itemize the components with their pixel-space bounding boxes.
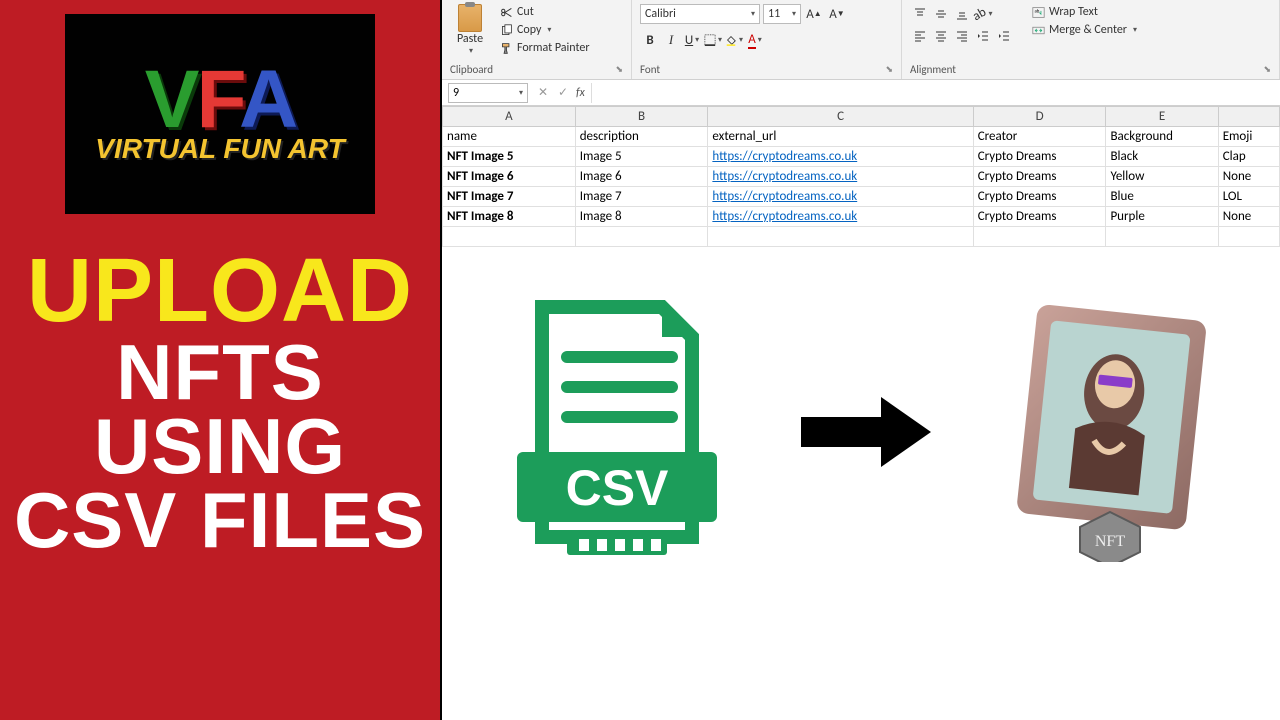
font-dialog-launcher[interactable]: ⬊ [885, 64, 893, 75]
data-header-row[interactable]: namedescriptionexternal_urlCreatorBackgr… [443, 127, 1280, 147]
title-line-1: UPLOAD [14, 249, 426, 335]
borders-button[interactable]: ▾ [703, 30, 723, 50]
column-header-row: A B C D E [443, 107, 1280, 127]
font-name-select[interactable]: Calibri▾ [640, 4, 760, 24]
vfa-logo: VFA VIRTUAL FUN ART [65, 14, 375, 214]
decrease-indent-button[interactable] [973, 26, 993, 46]
col-header-b[interactable]: B [575, 107, 708, 127]
logo-letter-a: A [239, 54, 295, 145]
align-right-button[interactable] [952, 26, 972, 46]
formula-bar: 9▾ ✕ ✓ fx [442, 80, 1280, 106]
alignment-dialog-launcher[interactable]: ⬊ [1263, 64, 1271, 75]
nft-frame-icon: NFT [1005, 302, 1215, 562]
csv-file-icon: CSV [507, 297, 727, 567]
bucket-icon [725, 33, 737, 47]
copy-button[interactable]: Copy▾ [496, 22, 594, 38]
alignment-group-label: Alignment [910, 63, 956, 76]
font-group-label: Font [640, 63, 660, 76]
title-line-4: CSV FILES [14, 483, 426, 557]
align-center-button[interactable] [931, 26, 951, 46]
logo-letter-v: V [145, 54, 197, 145]
title-line-2: NFTS [14, 335, 426, 409]
promo-sidebar: VFA VIRTUAL FUN ART UPLOAD NFTS USING CS… [0, 0, 440, 720]
ribbon: Paste ▾ Cut Copy▾ Format Painter [442, 0, 1280, 80]
increase-font-button[interactable]: A▲ [804, 4, 824, 24]
cut-button[interactable]: Cut [496, 4, 594, 20]
enter-formula-button[interactable]: ✓ [554, 85, 572, 100]
clipboard-dialog-launcher[interactable]: ⬊ [615, 64, 623, 75]
chevron-down-icon: ▾ [547, 25, 551, 35]
align-left-button[interactable] [910, 26, 930, 46]
promo-title: UPLOAD NFTS USING CSV FILES [14, 249, 426, 557]
orientation-button[interactable]: ab▾ [973, 4, 993, 24]
svg-text:ab: ab [1034, 8, 1039, 14]
nft-badge-label: NFT [1095, 533, 1125, 550]
col-header-c[interactable]: C [708, 107, 973, 127]
col-header-f[interactable] [1218, 107, 1279, 127]
decrease-font-button[interactable]: A▼ [827, 4, 847, 24]
table-row[interactable]: NFT Image 5Image 5https://cryptodreams.c… [443, 147, 1280, 167]
illustration-row: CSV [442, 247, 1280, 617]
border-icon [704, 33, 716, 47]
col-header-d[interactable]: D [973, 107, 1106, 127]
logo-letter-f: F [196, 54, 239, 145]
italic-button[interactable]: I [661, 30, 681, 50]
increase-indent-button[interactable] [994, 26, 1014, 46]
merge-icon [1032, 24, 1045, 37]
spreadsheet-grid[interactable]: A B C D E namedescriptionexternal_urlCre… [442, 106, 1280, 720]
fx-icon[interactable]: fx [576, 86, 585, 100]
paste-button[interactable]: Paste ▾ [450, 4, 490, 56]
fill-color-button[interactable]: ▾ [724, 30, 744, 50]
format-painter-button[interactable]: Format Painter [496, 40, 594, 56]
formula-input[interactable] [591, 83, 1280, 103]
paintbrush-icon [500, 42, 513, 55]
table-row[interactable]: NFT Image 7Image 7https://cryptodreams.c… [443, 187, 1280, 207]
title-line-3: USING [14, 409, 426, 483]
chevron-down-icon: ▾ [469, 46, 473, 56]
paste-label: Paste [457, 32, 483, 46]
font-size-select[interactable]: 11▾ [763, 4, 801, 24]
col-header-e[interactable]: E [1106, 107, 1218, 127]
copy-icon [500, 24, 513, 37]
cancel-formula-button[interactable]: ✕ [534, 85, 552, 100]
excel-window: Paste ▾ Cut Copy▾ Format Painter [440, 0, 1280, 720]
wrap-text-button[interactable]: ab Wrap Text [1028, 4, 1141, 20]
empty-row[interactable] [443, 227, 1280, 247]
name-box[interactable]: 9▾ [448, 83, 528, 103]
align-top-button[interactable] [910, 4, 930, 24]
align-bottom-button[interactable] [952, 4, 972, 24]
logo-subtitle: VIRTUAL FUN ART [95, 133, 344, 165]
col-header-a[interactable]: A [443, 107, 576, 127]
bold-button[interactable]: B [640, 30, 660, 50]
align-middle-button[interactable] [931, 4, 951, 24]
scissors-icon [500, 6, 513, 19]
clipboard-icon [458, 4, 482, 32]
font-color-button[interactable]: A▾ [745, 30, 765, 50]
wrap-icon: ab [1032, 6, 1045, 19]
arrow-right-icon [796, 392, 936, 472]
underline-button[interactable]: U▾ [682, 30, 702, 50]
clipboard-group-label: Clipboard [450, 63, 493, 76]
table-row[interactable]: NFT Image 8Image 8https://cryptodreams.c… [443, 207, 1280, 227]
table-row[interactable]: NFT Image 6Image 6https://cryptodreams.c… [443, 167, 1280, 187]
csv-label: CSV [565, 460, 668, 516]
merge-center-button[interactable]: Merge & Center▾ [1028, 22, 1141, 38]
